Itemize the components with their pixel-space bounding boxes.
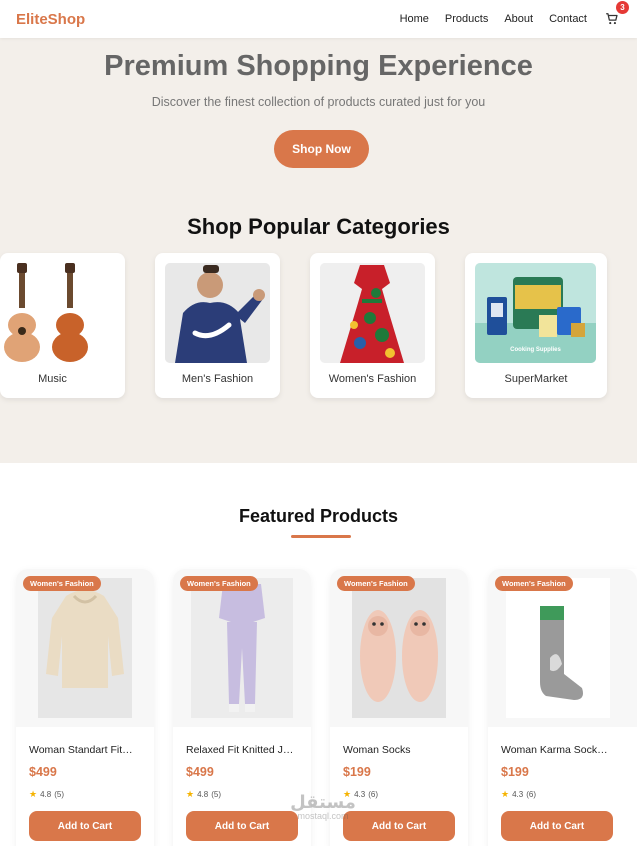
product-name[interactable]: Woman Karma Sock…	[501, 744, 616, 756]
brand-logo[interactable]: EliteShop	[16, 11, 85, 28]
category-badge: Women's Fashion	[337, 576, 415, 591]
rating-value: 4.8	[197, 790, 209, 799]
category-card-music[interactable]: Music	[0, 253, 125, 398]
nav-link-about[interactable]: About	[504, 13, 533, 25]
category-label: SuperMarket	[504, 373, 568, 385]
rating-value: 4.3	[512, 790, 524, 799]
category-card-womens-fashion[interactable]: Women's Fashion	[310, 253, 435, 398]
category-label: Men's Fashion	[181, 373, 254, 385]
cart-button[interactable]: 3	[603, 1, 629, 28]
featured-title: Featured Products	[238, 506, 399, 526]
category-badge: Women's Fashion	[495, 576, 573, 591]
review-count: (5)	[54, 790, 64, 799]
featured-underline	[291, 535, 351, 538]
slippers-product-image	[352, 578, 446, 718]
add-to-cart-button[interactable]: Add to Cart	[186, 811, 298, 841]
cart-count-badge: 3	[616, 1, 629, 14]
add-to-cart-button[interactable]: Add to Cart	[29, 811, 141, 841]
watermark: مستقل mostaql.com	[283, 793, 363, 829]
watermark-text: mostaql.com	[297, 811, 349, 821]
sock-product-image	[506, 578, 610, 718]
category-badge: Women's Fashion	[180, 576, 258, 591]
star-icon: ★	[501, 789, 510, 799]
shop-now-button[interactable]: Shop Now	[274, 130, 369, 168]
product-name[interactable]: Woman Standart Fit…	[29, 744, 144, 756]
dress-image	[320, 263, 425, 363]
review-count: (5)	[211, 790, 221, 799]
category-label: Women's Fashion	[328, 373, 417, 385]
review-count: (6)	[526, 790, 536, 799]
product-rating: ★ 4.3 (6)	[501, 789, 536, 800]
star-icon: ★	[29, 789, 38, 799]
hero-subtitle: Discover the finest collection of produc…	[151, 95, 486, 109]
product-name[interactable]: Relaxed Fit Knitted J…	[186, 744, 301, 756]
nav-link-products[interactable]: Products	[445, 13, 488, 25]
product-name[interactable]: Woman Socks	[343, 744, 458, 756]
nav-links: Home Products About Contact 3	[400, 1, 629, 28]
add-to-cart-button[interactable]: Add to Cart	[501, 811, 613, 841]
joggers-product-image	[191, 578, 293, 718]
hero-title: Premium Shopping Experience	[104, 50, 533, 82]
review-count: (6)	[368, 790, 378, 799]
groceries-image: Cooking Supplies	[475, 263, 596, 363]
categories-title: Shop Popular Categories	[187, 214, 450, 239]
groceries-caption: Cooking Supplies	[510, 347, 561, 353]
hoodie-product-image	[38, 578, 132, 718]
product-rating: ★ 4.8 (5)	[186, 789, 221, 800]
category-label: Music	[38, 373, 67, 385]
product-price: $499	[29, 765, 57, 779]
hero-section: Premium Shopping Experience Discover the…	[0, 38, 637, 463]
product-price: $199	[343, 765, 371, 779]
category-card-supermarket[interactable]: Cooking Supplies SuperMarket	[465, 253, 607, 398]
hoodie-image	[165, 263, 270, 363]
product-price: $499	[186, 765, 214, 779]
product-image-area: Women's Fashion	[330, 569, 468, 727]
product-image-area: Women's Fashion	[173, 569, 311, 727]
product-rating: ★ 4.8 (5)	[29, 789, 64, 800]
product-card[interactable]: Women's Fashion Woman Standart Fit… $499…	[16, 569, 154, 846]
product-image-area: Women's Fashion	[488, 569, 637, 727]
navbar: EliteShop Home Products About Contact 3	[0, 0, 637, 38]
guitars-image	[0, 263, 115, 363]
star-icon: ★	[186, 789, 195, 799]
category-badge: Women's Fashion	[23, 576, 101, 591]
rating-value: 4.8	[40, 790, 52, 799]
product-card[interactable]: Women's Fashion Woman Karma Sock… $199 ★…	[488, 569, 637, 846]
nav-link-contact[interactable]: Contact	[549, 13, 587, 25]
product-price: $199	[501, 765, 529, 779]
product-image-area: Women's Fashion	[16, 569, 154, 727]
watermark-arabic: مستقل	[290, 792, 356, 812]
cart-icon	[606, 13, 618, 25]
category-card-mens-fashion[interactable]: Men's Fashion	[155, 253, 280, 398]
nav-link-home[interactable]: Home	[400, 13, 429, 25]
